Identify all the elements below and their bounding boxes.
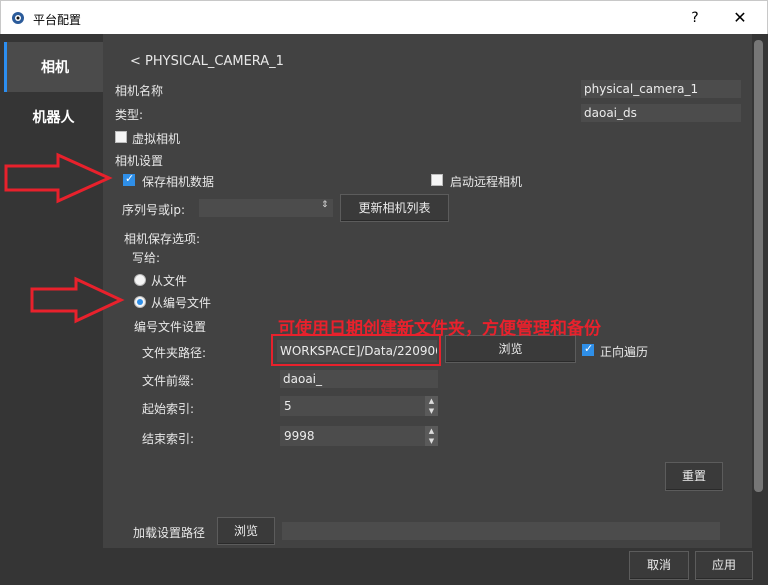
chevron-updown-icon: ⇕ (321, 200, 329, 210)
back-link[interactable]: < PHYSICAL_CAMERA_1 (130, 54, 284, 69)
settings-panel: < PHYSICAL_CAMERA_1 相机名称 physical_camera… (103, 34, 752, 548)
remote-camera-checkbox[interactable] (431, 174, 443, 186)
load-path-field[interactable] (282, 522, 720, 540)
title-bar: 平台配置 ? ✕ (0, 0, 768, 34)
load-browse-button[interactable]: 浏览 (217, 517, 275, 545)
write-to-label: 写给: (132, 251, 161, 265)
start-index-label: 起始索引: (142, 402, 195, 416)
type-field[interactable]: daoai_ds (581, 104, 741, 122)
save-data-label: 保存相机数据 (142, 175, 215, 189)
load-path-label: 加载设置路径 (133, 526, 206, 540)
from-file-radio[interactable] (134, 274, 146, 286)
from-numbered-file-label: 从编号文件 (151, 296, 212, 310)
serial-select[interactable] (199, 199, 333, 217)
numbered-settings-label: 编号文件设置 (134, 320, 207, 334)
close-button[interactable]: ✕ (727, 5, 753, 31)
serial-label: 序列号或ip: (122, 203, 185, 217)
camera-settings-label: 相机设置 (115, 154, 164, 168)
from-numbered-file-radio[interactable] (134, 296, 146, 308)
start-index-spinbox[interactable]: 5 ▲ ▼ (280, 396, 438, 416)
prefix-label: 文件前缀: (142, 374, 195, 388)
end-index-label: 结束索引: (142, 432, 195, 446)
window-title: 平台配置 (33, 13, 82, 27)
end-index-spinbox[interactable]: 9998 ▲ ▼ (280, 426, 438, 446)
reset-button[interactable]: 重置 (665, 462, 723, 491)
save-data-checkbox[interactable] (123, 172, 135, 186)
annotation-highlight-box (271, 334, 441, 366)
forward-traverse-checkbox[interactable] (582, 342, 594, 356)
virtual-camera-checkbox[interactable] (115, 131, 127, 143)
dialog-footer: 取消 应用 (103, 548, 768, 585)
type-label: 类型: (115, 108, 144, 122)
camera-name-field[interactable]: physical_camera_1 (581, 80, 741, 98)
save-options-title: 相机保存选项: (124, 232, 201, 246)
camera-name-label: 相机名称 (115, 84, 164, 98)
spin-arrows-icon[interactable]: ▲ ▼ (425, 396, 438, 416)
app-icon (12, 12, 24, 24)
remote-camera-label: 启动远程相机 (450, 175, 523, 189)
spin-arrows-icon[interactable]: ▲ ▼ (425, 426, 438, 446)
end-index-value: 9998 (284, 429, 315, 443)
apply-button[interactable]: 应用 (695, 551, 753, 580)
forward-traverse-label: 正向遍历 (600, 345, 649, 359)
annotation-arrow-icon (30, 276, 125, 324)
cancel-button[interactable]: 取消 (629, 551, 689, 580)
folder-path-label: 文件夹路径: (142, 346, 207, 360)
vertical-scrollbar[interactable] (752, 34, 768, 548)
dialog-body: 相机 机器人 < PHYSICAL_CAMERA_1 相机名称 physical… (0, 34, 768, 585)
refresh-camera-list-button[interactable]: 更新相机列表 (340, 194, 449, 222)
scrollbar-thumb[interactable] (754, 40, 763, 492)
annotation-arrow-icon (4, 152, 113, 204)
help-button[interactable]: ? (683, 5, 707, 31)
browse-folder-button[interactable]: 浏览 (445, 335, 576, 363)
start-index-value: 5 (284, 399, 292, 413)
virtual-camera-label: 虚拟相机 (132, 132, 181, 146)
from-file-label: 从文件 (151, 274, 188, 288)
sidebar-item-robot[interactable]: 机器人 (4, 92, 103, 144)
prefix-field[interactable]: daoai_ (280, 370, 438, 388)
sidebar-item-camera[interactable]: 相机 (4, 42, 103, 94)
